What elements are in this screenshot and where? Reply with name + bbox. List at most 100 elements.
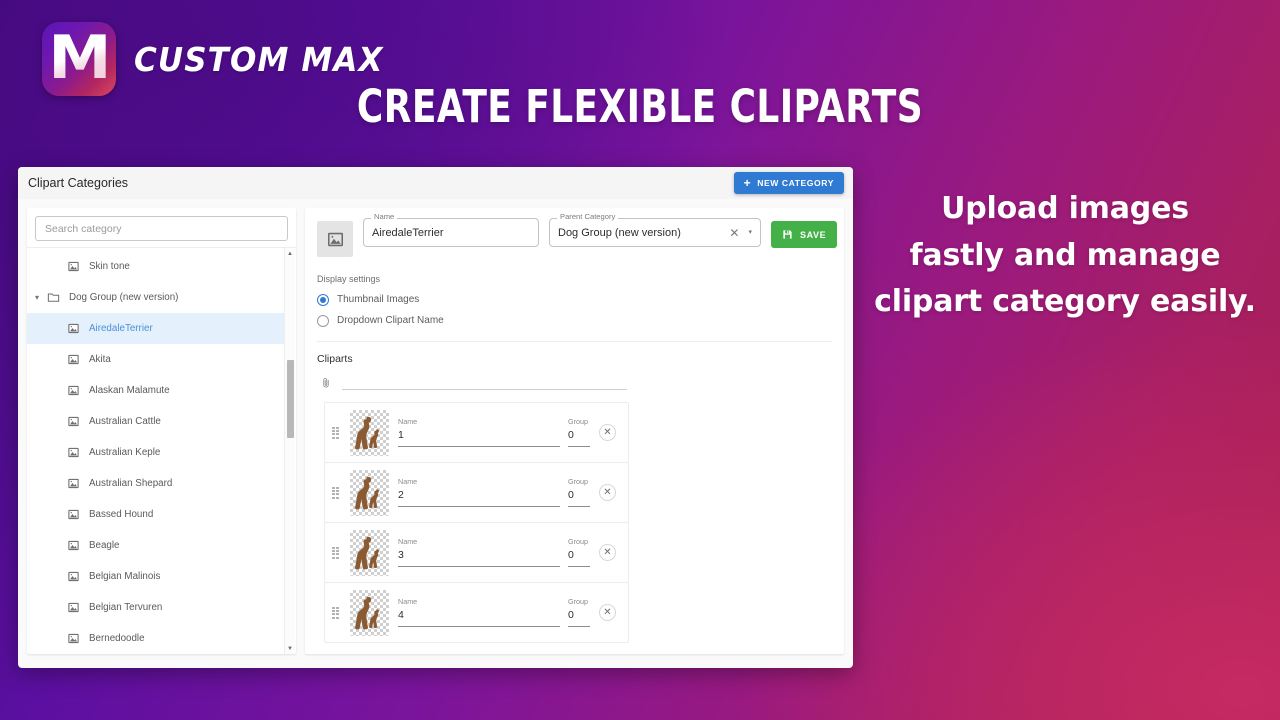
category-image-placeholder[interactable] (317, 221, 353, 257)
clipart-fields: Name 3 Group 0 (398, 538, 590, 567)
folder-icon (47, 293, 60, 302)
category-tree: Skin tone ▾ Dog Group (new version) Airedal… (27, 248, 285, 654)
image-icon (68, 354, 79, 365)
display-settings-label: Display settings (317, 274, 381, 284)
parent-category-label: Parent Category (557, 213, 619, 221)
headline: CREATE FLEXIBLE CLIPARTS (356, 80, 924, 133)
scrollbar-thumb[interactable] (287, 360, 294, 438)
expand-caret-icon[interactable]: ▾ (31, 292, 43, 304)
app-body: Skin tone ▾ Dog Group (new version) Airedal… (18, 199, 853, 668)
plus-icon: + (743, 176, 752, 190)
radio-indicator[interactable] (317, 314, 329, 327)
clear-icon[interactable]: ✕ (729, 227, 739, 239)
tree-item-australian-cattle[interactable]: Australian Cattle (27, 406, 285, 437)
tree-item-belgian-malinois[interactable]: Belgian Malinois (27, 561, 285, 592)
tree-item-bassed-hound[interactable]: Bassed Hound (27, 499, 285, 530)
clipart-upload-row[interactable] (317, 376, 832, 390)
clipart-name-field[interactable]: Name 1 (398, 418, 560, 447)
drag-handle-icon[interactable] (332, 546, 341, 559)
save-icon (783, 230, 792, 239)
save-button-label: SAVE (800, 229, 827, 240)
remove-clipart-button[interactable]: ✕ (599, 423, 616, 441)
tree-item-skin-tone[interactable]: Skin tone (27, 251, 285, 282)
search-wrapper (27, 208, 296, 247)
image-icon (68, 540, 79, 551)
scroll-up-arrow-icon[interactable]: ▲ (285, 248, 295, 259)
tree-scrollbar[interactable]: ▲ ▼ (284, 248, 295, 654)
clipart-name-label: Name (398, 597, 418, 607)
clipart-group-value: 0 (568, 610, 590, 627)
tree-item-beagle[interactable]: Beagle (27, 530, 285, 561)
clipart-name-field[interactable]: Name 4 (398, 598, 560, 627)
tree-item-label: Beagle (89, 540, 120, 551)
clipart-group-field[interactable]: Group 0 (568, 538, 590, 567)
tree-item-label: Australian Cattle (89, 416, 161, 427)
clipart-name-label: Name (398, 537, 418, 547)
scroll-down-arrow-icon[interactable]: ▼ (285, 643, 295, 654)
promo-slide: M CUSTOM MAX CREATE FLEXIBLE CLIPARTS Up… (0, 0, 1280, 720)
display-settings-radio-group: Thumbnail Images Dropdown Clipart Name (317, 289, 832, 331)
clipart-name-field[interactable]: Name 2 (398, 478, 560, 507)
parent-category-field[interactable]: Parent Category Dog Group (new version) … (549, 213, 761, 247)
drag-handle-icon[interactable] (332, 606, 341, 619)
remove-clipart-button[interactable]: ✕ (599, 543, 616, 561)
new-category-button-label: NEW CATEGORY (757, 178, 834, 188)
attachment-icon[interactable] (320, 376, 332, 390)
tree-item-label: Bernedoodle (89, 633, 145, 644)
promo-line-1: Upload images (941, 191, 1189, 226)
section-divider (317, 341, 832, 342)
tree-item-australian-shepard[interactable]: Australian Shepard (27, 468, 285, 499)
clipart-name-label: Name (398, 417, 418, 427)
clipart-upload-input[interactable] (342, 376, 627, 390)
clipart-group-value: 0 (568, 490, 590, 507)
remove-clipart-button[interactable]: ✕ (599, 483, 616, 501)
clipart-name-value: 4 (398, 610, 560, 627)
clipart-row[interactable]: Name 1 Group 0 ✕ (324, 402, 629, 463)
remove-clipart-button[interactable]: ✕ (599, 603, 616, 621)
clipart-group-field[interactable]: Group 0 (568, 598, 590, 627)
clipart-row[interactable]: Name 3 Group 0 ✕ (324, 522, 629, 583)
drag-handle-icon[interactable] (332, 486, 341, 499)
clipart-thumbnail[interactable] (350, 529, 389, 576)
clipart-thumbnail[interactable] (350, 589, 389, 636)
clipart-group-field[interactable]: Group 0 (568, 418, 590, 447)
tree-item-airedaleterrier[interactable]: AiredaleTerrier (27, 313, 285, 344)
clipart-group-value: 0 (568, 550, 590, 567)
radio-indicator[interactable] (317, 293, 329, 306)
category-name-value: AiredaleTerrier (372, 226, 444, 239)
clipart-thumbnail-image (354, 476, 379, 509)
search-input[interactable] (35, 216, 288, 241)
clipart-group-field[interactable]: Group 0 (568, 478, 590, 507)
clipart-thumbnail[interactable] (350, 469, 389, 516)
save-button[interactable]: SAVE (771, 221, 838, 248)
clipart-name-label: Name (398, 477, 418, 487)
tree-item-label: Belgian Malinois (89, 571, 161, 582)
chevron-down-icon[interactable]: ▾ (748, 229, 752, 236)
tree-item-label: Dog Group (new version) (69, 292, 179, 303)
radio-option-thumbnail-images[interactable]: Thumbnail Images (317, 289, 832, 310)
category-name-field[interactable]: Name AiredaleTerrier (363, 213, 539, 247)
tree-item-dog-group-new-version[interactable]: ▾ Dog Group (new version) (27, 282, 285, 313)
image-icon (327, 232, 343, 246)
tree-item-alaskan-malamute[interactable]: Alaskan Malamute (27, 375, 285, 406)
logo-letter: M (48, 23, 111, 93)
clipart-group-label: Group (568, 597, 588, 607)
clipart-fields: Name 1 Group 0 (398, 418, 590, 447)
tree-item-australian-keple[interactable]: Australian Keple (27, 437, 285, 468)
radio-label: Thumbnail Images (337, 294, 420, 305)
clipart-row[interactable]: Name 4 Group 0 ✕ (324, 582, 629, 643)
tree-item-akita[interactable]: Akita (27, 344, 285, 375)
radio-option-dropdown-clipart-name[interactable]: Dropdown Clipart Name (317, 310, 832, 331)
clipart-thumbnail-image (354, 416, 379, 449)
image-icon (68, 478, 79, 489)
tree-item-label: AiredaleTerrier (89, 323, 153, 334)
tree-item-belgian-tervuren[interactable]: Belgian Tervuren (27, 592, 285, 623)
clipart-row[interactable]: Name 2 Group 0 ✕ (324, 462, 629, 523)
promo-line-2: fastly and manage (909, 237, 1221, 273)
clipart-name-field[interactable]: Name 3 (398, 538, 560, 567)
tree-item-bernedoodle[interactable]: Bernedoodle (27, 623, 285, 654)
clipart-thumbnail[interactable] (350, 409, 389, 456)
new-category-button[interactable]: + NEW CATEGORY (733, 172, 844, 194)
image-icon (68, 385, 79, 396)
drag-handle-icon[interactable] (332, 426, 341, 439)
